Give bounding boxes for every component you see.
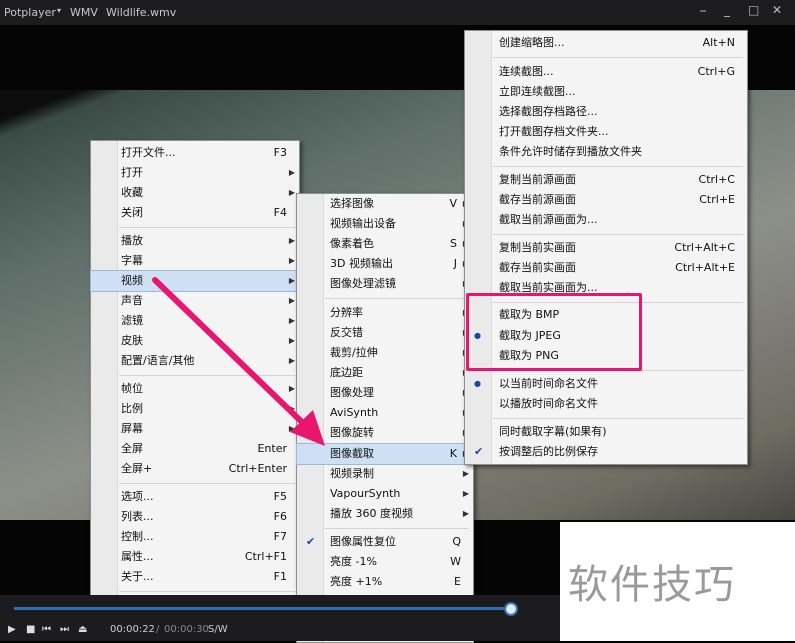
- stop-icon[interactable]: ■: [26, 624, 35, 635]
- decoder-mode[interactable]: S/W: [208, 624, 228, 635]
- watermark: 软件技巧: [560, 522, 795, 641]
- total-time: 00:00:30: [164, 624, 209, 635]
- time-separator: /: [156, 624, 160, 635]
- seek-knob[interactable]: [504, 602, 518, 616]
- previous-icon[interactable]: ⏮: [42, 624, 51, 635]
- play-icon[interactable]: ▶: [8, 624, 16, 635]
- seek-bar[interactable]: [14, 607, 514, 610]
- next-icon[interactable]: ⏭: [60, 624, 69, 635]
- watermark-text: 软件技巧: [568, 562, 736, 608]
- eject-icon[interactable]: ⏏: [78, 624, 87, 635]
- elapsed-time: 00:00:22: [110, 624, 155, 635]
